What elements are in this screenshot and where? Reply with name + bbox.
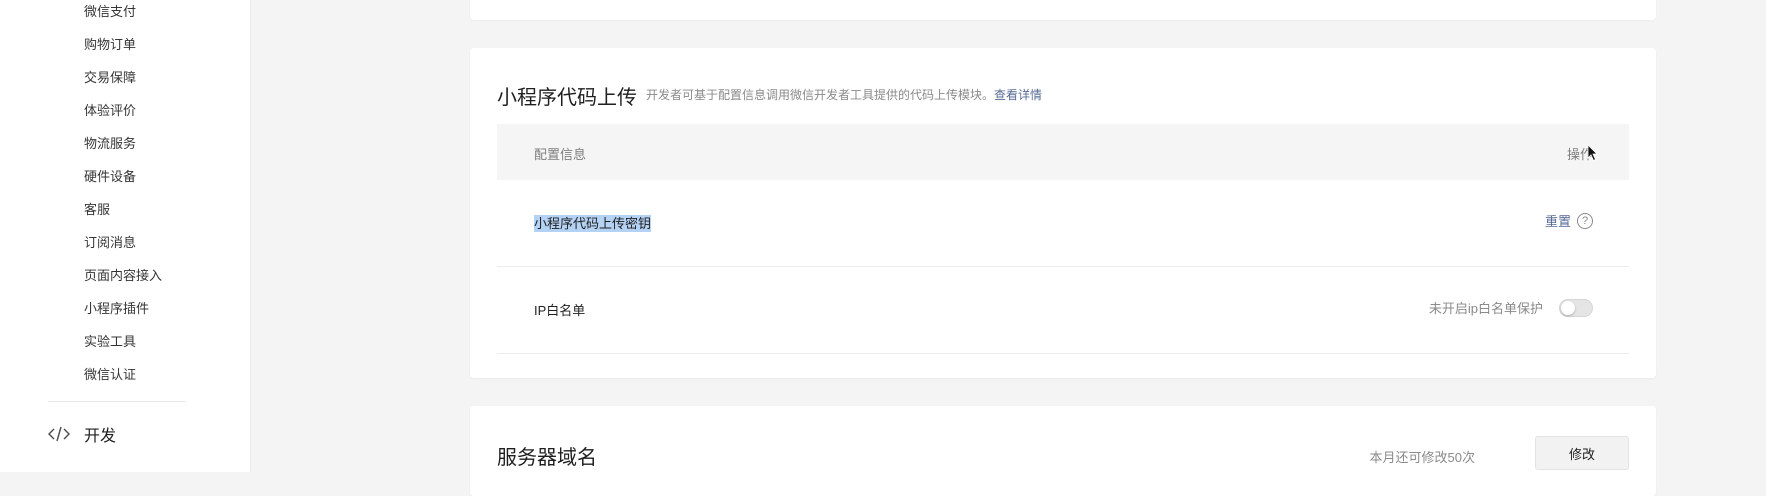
view-details-link[interactable]: 查看详情 bbox=[994, 88, 1042, 102]
section-title: 小程序代码上传 bbox=[497, 87, 637, 109]
sidebar-item-experiment-tools[interactable]: 实验工具 bbox=[84, 334, 136, 350]
sidebar-item-logistics[interactable]: 物流服务 bbox=[84, 136, 136, 152]
selected-text: 小程序代码上传密钥 bbox=[534, 215, 652, 232]
table-row: IP白名单 未开启ip白名单保护 bbox=[497, 267, 1629, 354]
table-row: 小程序代码上传密钥 重置 ? bbox=[497, 180, 1629, 267]
code-icon bbox=[48, 426, 70, 442]
section-description: 开发者可基于配置信息调用微信开发者工具提供的代码上传模块。查看详情 bbox=[646, 86, 1042, 103]
sidebar-item-wechat-pay[interactable]: 微信支付 bbox=[84, 4, 136, 20]
reset-link[interactable]: 重置 bbox=[1545, 211, 1571, 230]
sidebar-dev-label: 开发 bbox=[84, 428, 117, 445]
code-upload-card: 小程序代码上传 开发者可基于配置信息调用微信开发者工具提供的代码上传模块。查看详… bbox=[470, 48, 1656, 378]
mouse-cursor-icon bbox=[1587, 144, 1599, 162]
ip-whitelist-control: 未开启ip白名单保护 bbox=[1429, 298, 1593, 317]
column-header-config-info: 配置信息 bbox=[534, 147, 587, 162]
remaining-modifications-text: 本月还可修改50次 bbox=[1369, 450, 1475, 465]
sidebar-item-trade-guarantee[interactable]: 交易保障 bbox=[84, 70, 136, 86]
sidebar-item-dev[interactable]: 开发 bbox=[48, 422, 116, 446]
toggle-knob bbox=[1561, 300, 1575, 315]
modify-button[interactable]: 修改 bbox=[1535, 436, 1629, 470]
reset-action: 重置 ? bbox=[1545, 211, 1593, 230]
ip-whitelist-toggle[interactable] bbox=[1559, 298, 1593, 317]
sidebar-item-experience-review[interactable]: 体验评价 bbox=[84, 103, 136, 119]
sidebar: 微信支付 购物订单 交易保障 体验评价 物流服务 硬件设备 客服 订阅消息 页面… bbox=[0, 0, 251, 472]
section-title: 服务器域名 bbox=[497, 447, 597, 469]
ip-whitelist-label: IP白名单 bbox=[534, 303, 586, 318]
ip-whitelist-status: 未开启ip白名单保护 bbox=[1428, 301, 1543, 316]
sidebar-item-hardware[interactable]: 硬件设备 bbox=[84, 169, 136, 185]
sidebar-item-shopping-orders[interactable]: 购物订单 bbox=[84, 37, 136, 53]
description-text: 开发者可基于配置信息调用微信开发者工具提供的代码上传模块。 bbox=[646, 88, 995, 102]
sidebar-item-subscription-messages[interactable]: 订阅消息 bbox=[84, 235, 136, 251]
table-header: 配置信息 操作 bbox=[497, 124, 1629, 180]
server-domain-card: 服务器域名 本月还可修改50次 修改 bbox=[470, 406, 1656, 496]
previous-section-card bbox=[470, 0, 1656, 20]
sidebar-item-wechat-certification[interactable]: 微信认证 bbox=[84, 367, 136, 383]
sidebar-item-page-content[interactable]: 页面内容接入 bbox=[84, 268, 162, 284]
sidebar-divider bbox=[48, 401, 186, 402]
help-icon[interactable]: ? bbox=[1577, 212, 1593, 229]
upload-key-label: 小程序代码上传密钥 bbox=[534, 213, 652, 232]
sidebar-item-customer-service[interactable]: 客服 bbox=[84, 202, 110, 218]
sidebar-item-plugins[interactable]: 小程序插件 bbox=[84, 301, 149, 317]
